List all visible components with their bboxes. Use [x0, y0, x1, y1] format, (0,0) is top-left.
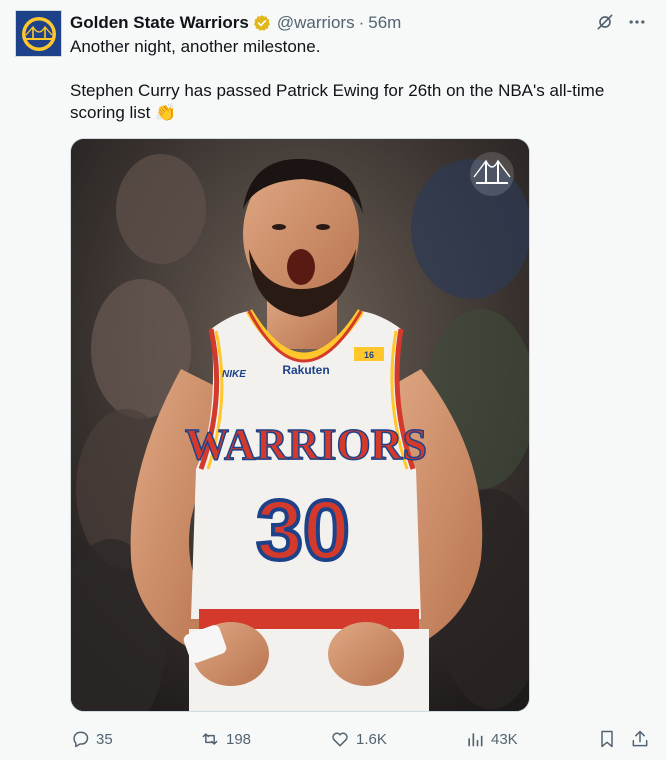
like-count: 1.6K — [356, 730, 387, 748]
tweet-media[interactable]: Rakuten NIKE WARRIORS 30 16 — [70, 138, 530, 712]
views-button[interactable]: 43K — [465, 726, 518, 752]
curry-celebration-photo: Rakuten NIKE WARRIORS 30 16 — [71, 139, 529, 711]
jersey-brand: NIKE — [222, 369, 246, 380]
heart-icon — [332, 732, 348, 747]
tweet-actions: 35 198 1.6K 43K — [70, 726, 655, 752]
warriors-logo-icon — [21, 16, 56, 51]
jersey-team: WARRIORS — [185, 420, 427, 469]
share-button[interactable] — [630, 726, 650, 752]
jersey-badge: 16 — [364, 350, 374, 360]
tweet-text: Another night, another milestone. Stephe… — [70, 36, 640, 124]
reply-count: 35 — [96, 730, 113, 748]
avatar[interactable] — [15, 10, 62, 57]
reply-icon — [73, 731, 89, 748]
more-options-icon[interactable] — [627, 12, 647, 37]
tweet-text-line1: Another night, another milestone. — [70, 37, 321, 56]
tweet-time[interactable]: 56m — [368, 13, 401, 33]
repost-button[interactable]: 198 — [200, 726, 251, 752]
tweet-header: Golden State Warriors @warriors · 56m — [70, 12, 607, 34]
bookmark-button[interactable] — [597, 726, 617, 752]
views-chart-icon — [468, 733, 483, 747]
grok-icon[interactable] — [595, 12, 615, 37]
jersey-number: 30 — [256, 483, 349, 577]
jersey-sponsor: Rakuten — [282, 363, 329, 377]
verified-badge-icon — [253, 14, 271, 32]
tweet-text-line2: Stephen Curry has passed Patrick Ewing f… — [70, 81, 605, 122]
top-actions — [595, 12, 647, 37]
bookmark-icon — [601, 730, 613, 748]
repost-count: 198 — [226, 730, 252, 748]
header-separator: · — [358, 13, 365, 32]
tweet[interactable]: Golden State Warriors @warriors · 56m An… — [0, 0, 667, 760]
repost-icon — [202, 733, 218, 745]
view-count: 43K — [491, 730, 518, 748]
author-handle[interactable]: @warriors — [277, 13, 355, 33]
like-button[interactable]: 1.6K — [330, 726, 387, 752]
share-icon — [632, 730, 648, 747]
warriors-watermark-icon — [470, 152, 514, 196]
author-name[interactable]: Golden State Warriors — [70, 13, 249, 33]
reply-button[interactable]: 35 — [70, 726, 113, 752]
